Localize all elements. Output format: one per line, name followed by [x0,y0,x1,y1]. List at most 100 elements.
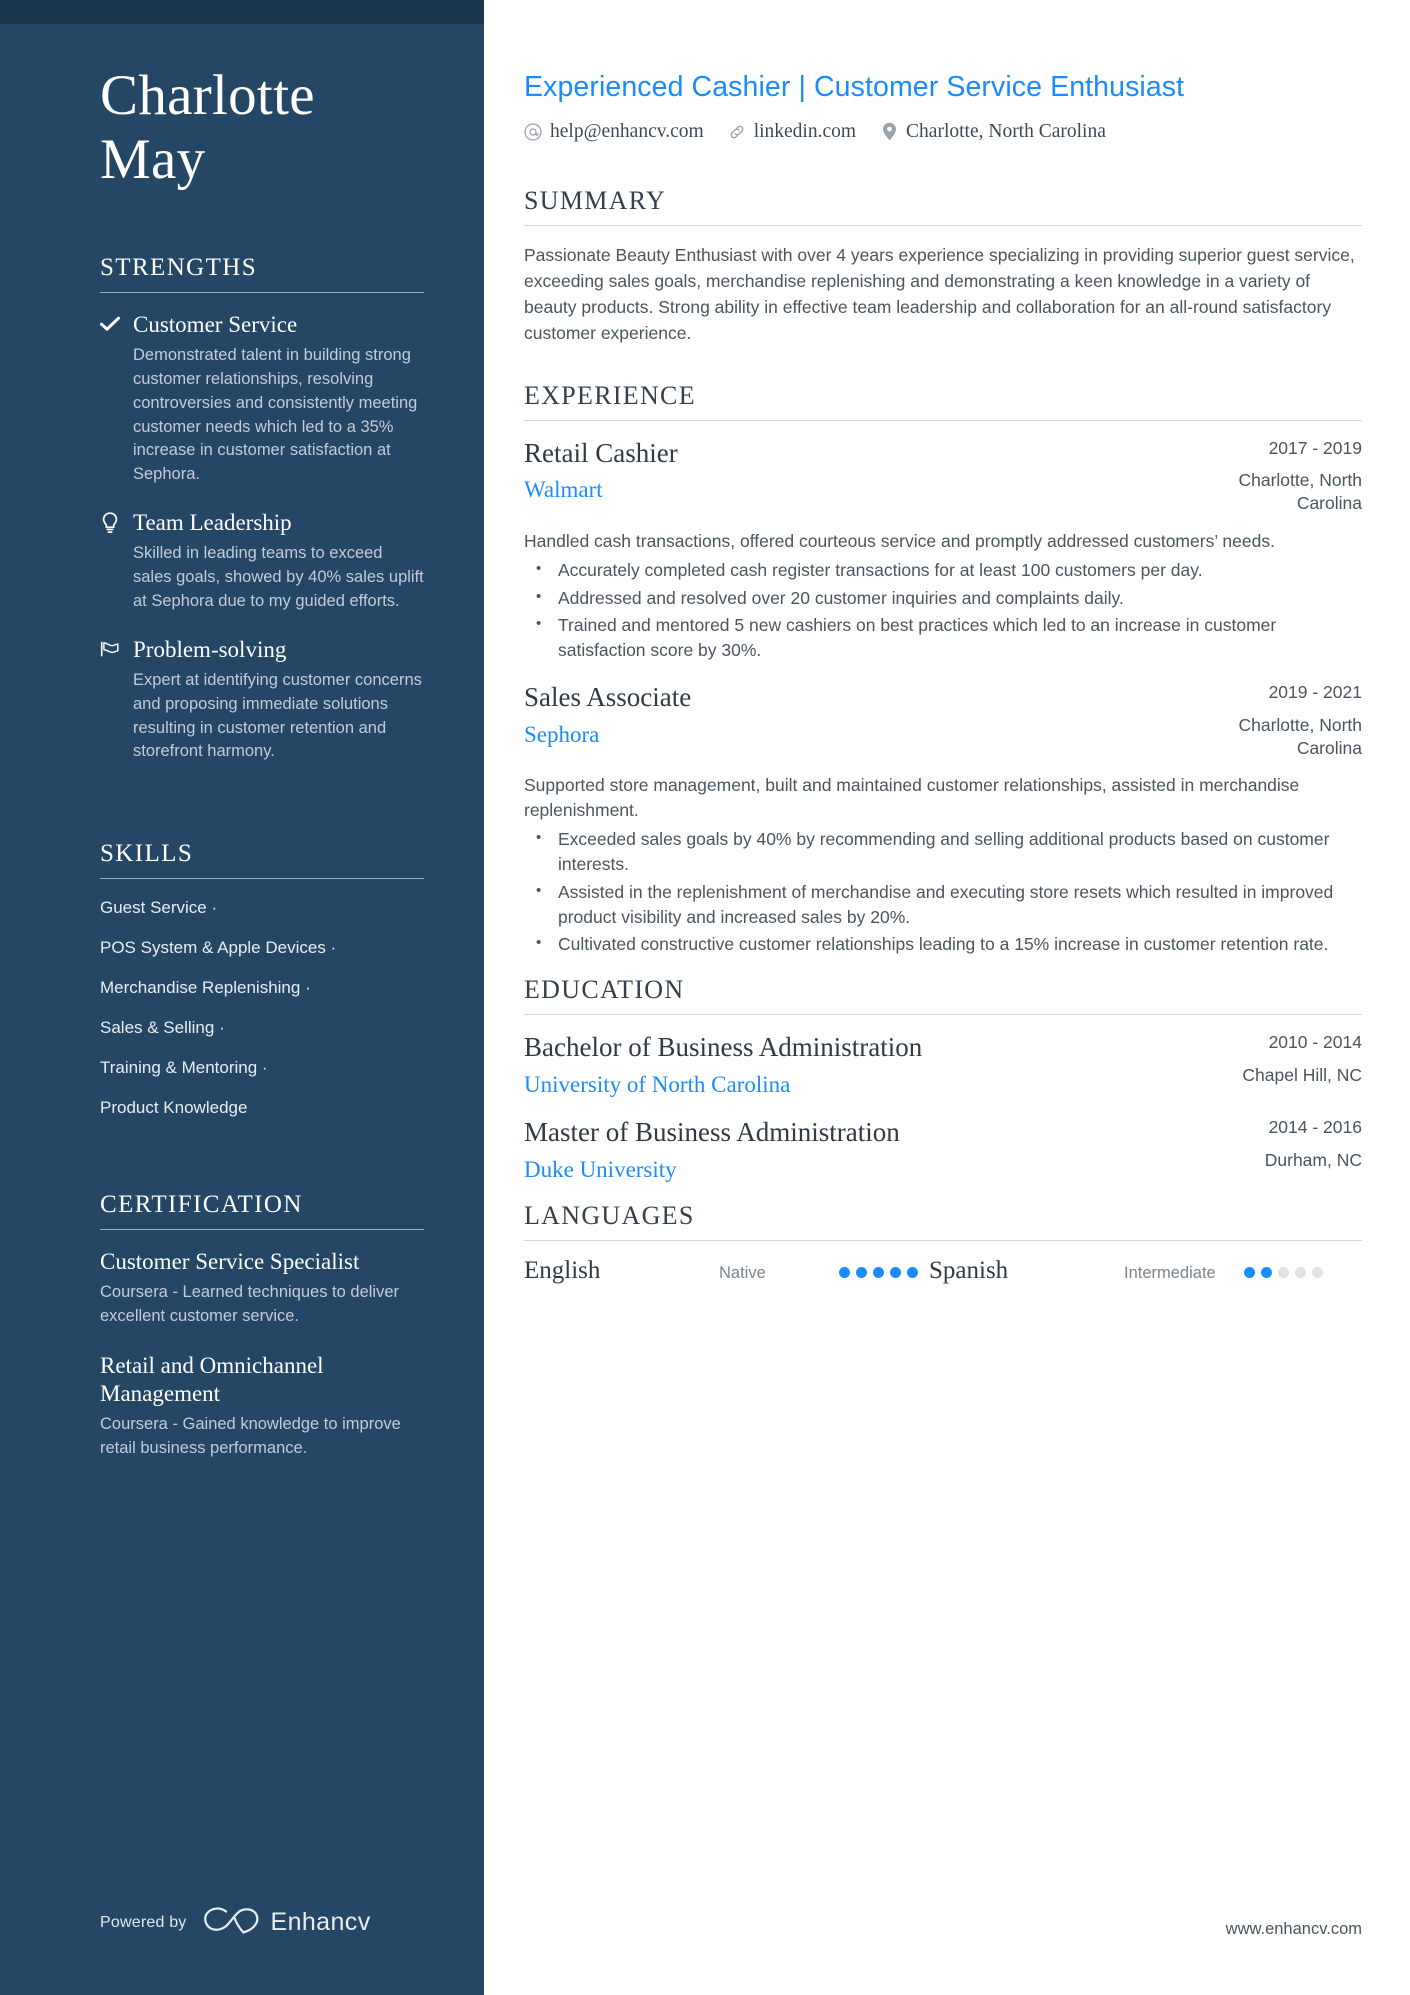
skills-divider [100,878,424,880]
education-entry: Master of Business Administration Duke U… [524,1116,1362,1185]
strength-item: Team Leadership Skilled in leading teams… [100,509,424,614]
check-icon [100,313,120,335]
job-bullet: Addressed and resolved over 20 customer … [524,586,1362,611]
education-entry-right: 2014 - 2016 Durham, NC [1162,1116,1362,1172]
skill-item: POS System & Apple Devices · [100,938,337,958]
degree-title: Master of Business Administration [524,1116,900,1147]
language-proficiency-dots [1244,1266,1334,1278]
enhancv-wordmark: Enhancv [270,1908,371,1936]
job-dates: 2017 - 2019 [1268,437,1362,458]
skills-section: SKILLS Guest Service · POS System & Appl… [100,840,424,1137]
job-bullet-list: Accurately completed cash register trans… [524,558,1362,663]
experience-entry-left: Retail Cashier Walmart [524,437,1162,506]
languages-heading: LANGUAGES [524,1200,695,1230]
school-name[interactable]: University of North Carolina [524,1070,1142,1100]
strengths-section: STRENGTHS Customer Service Demonstrated … [100,254,424,787]
certification-heading: CERTIFICATION [100,1190,303,1218]
education-heading: EDUCATION [524,975,685,1005]
job-title: Retail Cashier [524,437,678,468]
strength-description: Skilled in leading teams to exceed sales… [133,544,424,610]
job-bullet: Trained and mentored 5 new cashiers on b… [524,613,1362,663]
strength-header: Customer Service [100,311,424,339]
job-bullet: Accurately completed cash register trans… [524,558,1362,583]
language-level-wrap: Intermediate [1124,1264,1244,1283]
education-entry-left: Bachelor of Business Administration Univ… [524,1031,1142,1100]
experience-entry: Retail Cashier Walmart 2017 - 2019 Charl… [524,437,1362,663]
strengths-divider [100,291,424,293]
language-item: Spanish [929,1257,1124,1285]
proficiency-dot [839,1266,850,1278]
experience-heading: EXPERIENCE [524,380,696,410]
experience-section: EXPERIENCE Retail Cashier Walmart 2017 -… [524,381,1362,958]
job-location: Charlotte, North Carolina [1238,470,1362,514]
experience-divider [524,419,1362,421]
proficiency-dot [1244,1266,1255,1278]
link-icon [728,122,746,142]
main-content: Experienced Cashier | Customer Service E… [484,0,1410,1995]
lightbulb-icon [100,511,120,534]
location-pin-icon [880,122,898,142]
job-bullet: Assisted in the replenishment of merchan… [524,880,1362,930]
resume-page: Charlotte May STRENGTHS Customer Service… [0,0,1410,1995]
proficiency-dot [873,1266,884,1278]
school-location: Durham, NC [1264,1149,1362,1170]
site-url[interactable]: www.enhancv.com [1226,1920,1362,1939]
education-entry-header: Master of Business Administration Duke U… [524,1116,1362,1185]
company-name[interactable]: Sephora [524,720,1162,750]
strength-title: Team Leadership [133,509,292,535]
contact-linkedin[interactable]: linkedin.com [728,122,856,142]
job-title: Sales Associate [524,682,692,713]
experience-entry-header: Retail Cashier Walmart 2017 - 2019 Charl… [524,437,1362,515]
language-name: Spanish [929,1256,1009,1284]
strengths-heading: STRENGTHS [100,253,258,281]
languages-row: English Native Spanish Intermediate [524,1257,1362,1285]
education-section: EDUCATION Bachelor of Business Administr… [524,975,1362,1184]
proficiency-dot [890,1266,901,1278]
company-name[interactable]: Walmart [524,475,1162,505]
experience-entry-left: Sales Associate Sephora [524,681,1162,750]
certification-section: CERTIFICATION Customer Service Specialis… [100,1191,424,1484]
strength-title: Problem-solving [133,636,287,662]
certification-item: Customer Service Specialist Coursera - L… [100,1248,424,1328]
experience-entry-header: Sales Associate Sephora 2019 - 2021 Char… [524,681,1362,759]
strength-description: Expert at identifying customer concerns … [133,671,422,761]
experience-entry: Sales Associate Sephora 2019 - 2021 Char… [524,681,1362,957]
education-entry: Bachelor of Business Administration Univ… [524,1031,1362,1100]
professional-headline: Experienced Cashier | Customer Service E… [524,71,1185,103]
summary-heading: SUMMARY [524,185,667,215]
languages-divider [524,1239,1362,1241]
proficiency-dot [1261,1266,1272,1278]
job-description: Supported store management, built and ma… [524,775,1300,821]
job-bullet: Exceeded sales goals by 40% by recommend… [524,827,1362,877]
summary-text: Passionate Beauty Enthusiast with over 4… [524,244,1355,344]
proficiency-dot [856,1266,867,1278]
certification-description: Coursera - Gained knowledge to improve r… [100,1415,401,1457]
experience-entry-right: 2017 - 2019 Charlotte, North Carolina [1182,437,1362,515]
strength-description: Demonstrated talent in building strong c… [133,346,418,483]
strength-header: Team Leadership [100,509,424,537]
contact-email-text: help@enhancv.com [550,120,704,142]
certification-divider [100,1228,424,1230]
candidate-last-name: May [100,127,206,191]
sidebar: Charlotte May STRENGTHS Customer Service… [0,0,484,1995]
job-bullet-list: Exceeded sales goals by 40% by recommend… [524,827,1362,957]
languages-section: LANGUAGES English Native Spanish Interme… [524,1201,1362,1285]
language-level-wrap: Native [719,1264,839,1283]
contact-location: Charlotte, North Carolina [880,122,1106,142]
skill-item: Merchandise Replenishing · [100,978,311,998]
contact-linkedin-text: linkedin.com [753,120,857,142]
contact-row: help@enhancv.com linkedin.com Charlotte,… [524,122,1362,142]
summary-section: SUMMARY Passionate Beauty Enthusiast wit… [524,186,1362,347]
flag-icon [100,638,120,660]
skill-item: Product Knowledge [100,1097,248,1117]
powered-by-label: Powered by [100,1913,187,1931]
certification-title: Retail and Omnichannel Management [100,1353,324,1406]
summary-divider [524,224,1362,226]
strength-title: Customer Service [133,311,298,337]
school-name[interactable]: Duke University [524,1155,1142,1185]
contact-email[interactable]: help@enhancv.com [524,122,704,142]
job-dates: 2019 - 2021 [1268,682,1362,703]
sidebar-footer: Powered by Enhancv [100,1906,371,1939]
candidate-name: Charlotte May [100,64,424,192]
skill-item: Sales & Selling · [100,1018,225,1037]
